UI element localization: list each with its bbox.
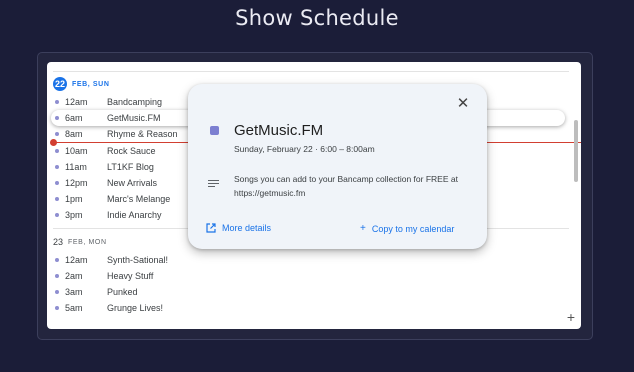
event-dot-icon [55, 197, 59, 201]
copy-to-calendar-button[interactable]: + Copy to my calendar [360, 223, 454, 234]
plus-icon: + [360, 223, 366, 234]
event-time: 12am [65, 255, 88, 265]
event-name: Marc's Melange [107, 194, 171, 204]
event-dot-icon [55, 116, 59, 120]
more-details-label: More details [222, 223, 272, 233]
event-name: New Arrivals [107, 178, 158, 188]
open-in-new-icon [206, 223, 216, 233]
event-time: 12am [65, 97, 88, 107]
page-title: Show Schedule [235, 6, 399, 30]
event-dot-icon [55, 290, 59, 294]
day-label: FEB, SUN [72, 80, 110, 88]
event-name: Rock Sauce [107, 146, 156, 156]
event-name: Rhyme & Reason [107, 129, 178, 139]
copy-to-calendar-label: Copy to my calendar [371, 223, 455, 234]
event-dot-icon [55, 258, 59, 262]
event-dot-icon [55, 213, 59, 217]
divider [53, 71, 569, 72]
event-time: 11am [65, 162, 87, 172]
event-details-popup: ✕ GetMusic.FM Sunday, February 22 · 6:00… [188, 84, 487, 249]
event-name: Punked [107, 287, 138, 297]
day-header-feb-22[interactable]: 22 FEB, SUN [53, 76, 109, 92]
event-dot-icon [55, 100, 59, 104]
event-time: 10am [65, 146, 88, 156]
event-row[interactable]: 2am Heavy Stuff [51, 268, 565, 284]
event-time: 2am [65, 271, 83, 281]
event-dot-icon [55, 149, 59, 153]
event-name: LT1KF Blog [107, 162, 154, 172]
event-dot-icon [55, 132, 59, 136]
notes-icon [208, 180, 219, 189]
event-row[interactable]: 3am Punked [51, 284, 565, 300]
event-name: GetMusic.FM [107, 113, 161, 123]
day-header-feb-23[interactable]: 23 FEB, MON [53, 234, 107, 250]
event-name: Heavy Stuff [107, 271, 154, 281]
event-time: 8am [65, 129, 83, 139]
event-title: GetMusic.FM [234, 122, 324, 139]
scrollbar-thumb[interactable] [574, 120, 578, 182]
event-description: Songs you can add to your Bancamp collec… [234, 174, 458, 198]
close-icon[interactable]: ✕ [456, 96, 470, 111]
event-datetime: Sunday, February 22 · 6:00 – 8:00am [234, 144, 375, 154]
plus-icon[interactable]: + [564, 310, 578, 324]
event-time: 3pm [65, 210, 83, 220]
event-dot-icon [55, 306, 59, 310]
event-time: 3am [65, 287, 83, 297]
day-label: FEB, MON [68, 238, 107, 246]
event-dot-icon [55, 274, 59, 278]
event-dot-icon [55, 181, 59, 185]
event-time: 12pm [65, 178, 88, 188]
event-dot-icon [55, 165, 59, 169]
event-time: 6am [65, 113, 83, 123]
event-time: 5am [65, 303, 83, 313]
event-name: Synth-Sational! [107, 255, 169, 265]
today-date-badge[interactable]: 22 [53, 77, 67, 91]
more-details-link[interactable]: More details [206, 223, 271, 233]
event-color-chip [210, 126, 219, 135]
event-row[interactable]: 12am Synth-Sational! [51, 252, 565, 268]
event-name: Grunge Lives! [107, 303, 164, 313]
date-number[interactable]: 23 [53, 237, 63, 247]
event-name: Bandcamping [107, 97, 163, 107]
event-name: Indie Anarchy [107, 210, 162, 220]
event-row[interactable]: 5am Grunge Lives! [51, 300, 565, 316]
event-time: 1pm [65, 194, 83, 204]
